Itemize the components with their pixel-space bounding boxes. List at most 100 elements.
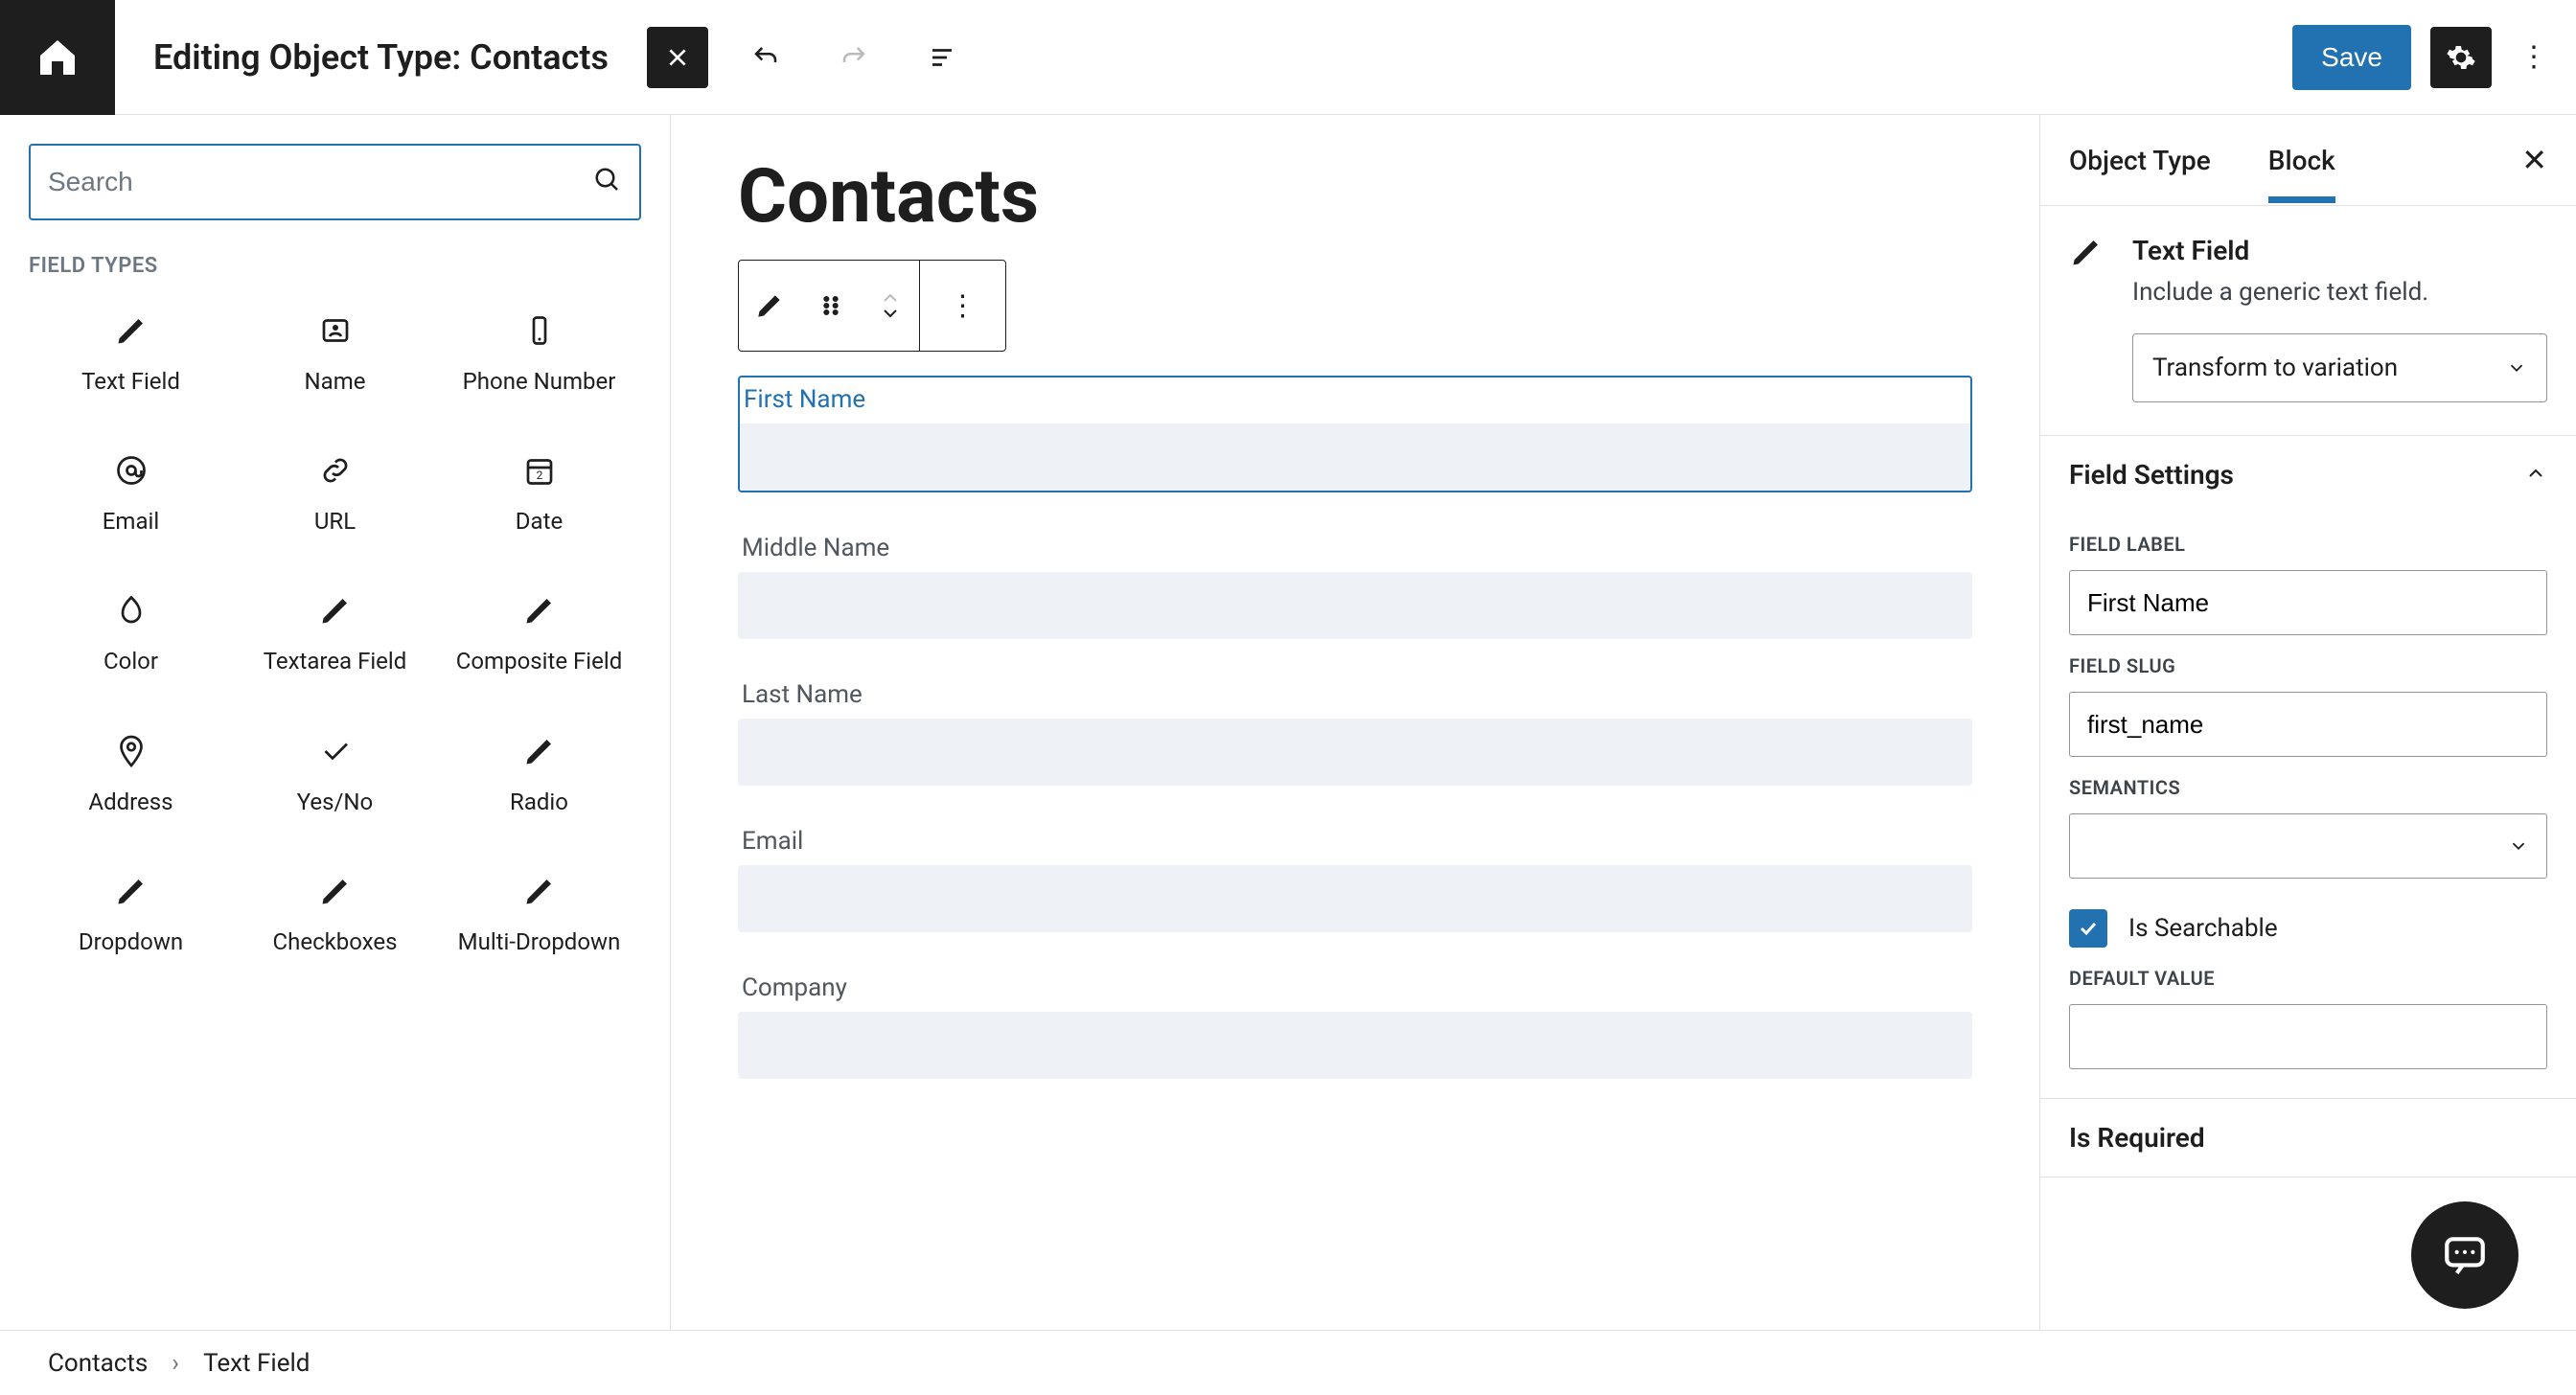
checkboxes-icon (318, 874, 353, 908)
field-type-text-field[interactable]: Text Field (29, 292, 233, 418)
field-type-dropdown[interactable]: Dropdown (29, 853, 233, 978)
home-icon (34, 34, 80, 80)
field-type-email[interactable]: Email (29, 432, 233, 558)
field-type-label: Date (516, 507, 563, 537)
chevron-down-icon (2508, 835, 2529, 857)
field-input[interactable] (738, 719, 1972, 786)
field-type-url[interactable]: URL (233, 432, 437, 558)
field-type-date[interactable]: 2 Date (437, 432, 641, 558)
save-button[interactable]: Save (2292, 25, 2411, 90)
field-type-label: Multi-Dropdown (458, 927, 621, 957)
email-icon (114, 453, 149, 488)
address-icon (114, 734, 149, 768)
chat-icon (2441, 1231, 2489, 1279)
field-type-radio[interactable]: Radio (437, 713, 641, 838)
color-icon (114, 593, 149, 628)
breadcrumb-leaf[interactable]: Text Field (203, 1349, 310, 1378)
check-icon (2077, 917, 2100, 940)
block-tool-drag[interactable] (800, 261, 862, 351)
field-type-label: Radio (510, 788, 568, 817)
checkbox-searchable[interactable] (2069, 909, 2107, 948)
drag-icon (817, 292, 844, 319)
field-input[interactable] (738, 1012, 1972, 1079)
label-default-value: DEFAULT VALUE (2069, 967, 2547, 990)
main: Field Types Text Field Name Phone Number Em… (0, 115, 2576, 1330)
field-input[interactable] (738, 865, 1972, 932)
search-input[interactable] (48, 167, 593, 197)
breadcrumb-root[interactable]: Contacts (48, 1349, 148, 1378)
undo-button[interactable] (735, 27, 796, 88)
field-type-color[interactable]: Color (29, 572, 233, 698)
settings-tabs: Object Type Block ✕ (2040, 115, 2576, 206)
field-type-name[interactable]: Name (233, 292, 437, 418)
dropdown-icon (114, 874, 149, 908)
field-block[interactable]: Middle Name (738, 526, 1972, 639)
url-icon (318, 453, 353, 488)
undo-icon (751, 43, 780, 72)
redo-icon (840, 43, 868, 72)
field-type-textarea-field[interactable]: Textarea Field (233, 572, 437, 698)
is-required-header[interactable]: Is Required (2040, 1099, 2576, 1177)
page-title: Editing Object Type: Contacts (153, 37, 609, 78)
composite-field-icon (522, 593, 557, 628)
date-icon: 2 (522, 453, 557, 488)
field-types-grid: Text Field Name Phone Number EmailURL 2 Date C… (29, 292, 641, 978)
gear-icon (2446, 42, 2476, 73)
field-block[interactable]: First Name (738, 376, 1972, 492)
input-field-label[interactable] (2069, 570, 2547, 635)
field-type-label: Dropdown (79, 927, 183, 957)
text-field-icon (114, 313, 149, 348)
field-type-yes-no[interactable]: Yes/No (233, 713, 437, 838)
field-type-address[interactable]: Address (29, 713, 233, 838)
chat-fab[interactable] (2411, 1201, 2518, 1309)
field-block[interactable]: Company (738, 966, 1972, 1079)
list-view-button[interactable] (911, 27, 973, 88)
field-settings-header[interactable]: Field Settings (2040, 436, 2576, 514)
yes-no-icon (318, 734, 353, 768)
field-label: Email (738, 819, 1972, 865)
field-type-phone-number[interactable]: Phone Number (437, 292, 641, 418)
block-name: Text Field (2132, 235, 2249, 266)
redo-button[interactable] (823, 27, 885, 88)
field-input[interactable] (738, 572, 1972, 639)
variation-select[interactable]: Transform to variation (2132, 333, 2547, 402)
topbar-tools (647, 27, 973, 88)
radio-icon (522, 734, 557, 768)
field-type-multi-dropdown[interactable]: Multi-Dropdown (437, 853, 641, 978)
field-type-checkboxes[interactable]: Checkboxes (233, 853, 437, 978)
tab-block[interactable]: Block (2268, 118, 2335, 203)
chevron-down-icon (879, 307, 902, 320)
home-button[interactable] (0, 0, 115, 115)
close-icon (665, 45, 690, 70)
field-label: Middle Name (738, 526, 1972, 572)
label-field-slug: FIELD SLUG (2069, 654, 2547, 677)
field-input[interactable] (740, 423, 1970, 491)
field-block[interactable]: Last Name (738, 673, 1972, 786)
input-field-slug[interactable] (2069, 692, 2547, 757)
close-panel-button[interactable]: ✕ (2521, 142, 2547, 178)
block-tool-edit[interactable] (739, 261, 800, 351)
checkbox-searchable-row[interactable]: Is Searchable (2069, 909, 2547, 948)
pencil-icon (2069, 235, 2104, 402)
settings-button[interactable] (2430, 27, 2492, 88)
field-block[interactable]: Email (738, 819, 1972, 932)
block-summary: Text Field Include a generic text field.… (2040, 206, 2576, 436)
close-button[interactable] (647, 27, 708, 88)
input-default-value[interactable] (2069, 1004, 2547, 1069)
block-tool-more[interactable]: ⋮ (919, 261, 1005, 351)
svg-text:2: 2 (536, 469, 542, 482)
tab-object-type[interactable]: Object Type (2069, 118, 2211, 203)
select-semantics[interactable] (2069, 813, 2547, 879)
multi-dropdown-icon (522, 874, 557, 908)
chevron-right-icon: › (172, 1349, 179, 1378)
field-type-label: Yes/No (297, 788, 373, 817)
field-type-label: Name (305, 367, 366, 397)
field-types-heading: Field Types (29, 254, 641, 278)
pencil-icon (756, 292, 783, 319)
kebab-icon: ⋮ (949, 289, 978, 323)
block-tool-move[interactable] (862, 261, 919, 351)
breadcrumb: Contacts › Text Field (0, 1330, 2576, 1395)
field-type-composite-field[interactable]: Composite Field (437, 572, 641, 698)
more-button[interactable]: ⋮ (2511, 27, 2557, 88)
field-type-label: Textarea Field (264, 647, 407, 676)
